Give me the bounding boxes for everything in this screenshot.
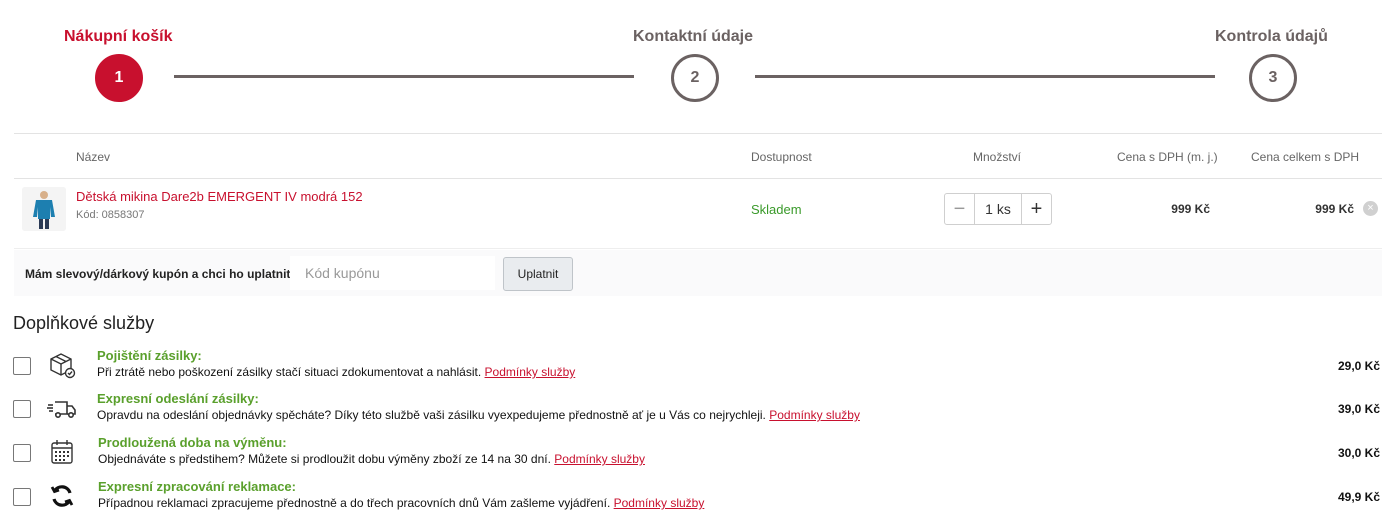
product-image [22,187,66,231]
quantity-stepper: − 1 ks + [944,193,1052,225]
availability-status: Skladem [751,202,802,217]
service-row-express-complaint: Expresní zpracování reklamace: Případnou… [0,474,1389,516]
service-title: Expresní zpracování reklamace: [98,479,296,494]
service-checkbox[interactable] [13,488,31,506]
header-unit-price: Cena s DPH (m. j.) [1117,150,1218,164]
step-label-contact: Kontaktní údaje [633,28,754,45]
service-terms-link[interactable]: Podmínky služby [769,408,860,422]
truck-fast-icon [46,392,78,424]
total-price: 999 Kč [1315,202,1354,216]
service-title: Expresní odeslání zásilky: [97,391,259,406]
header-total-price: Cena celkem s DPH [1251,150,1360,164]
header-name: Název [76,150,111,164]
product-thumbnail[interactable] [22,187,66,231]
calendar-icon [46,436,78,468]
service-title: Prodloužená doba na výměnu: [98,435,287,450]
service-terms-link[interactable]: Podmínky služby [614,496,705,510]
checkout-stepper: Nákupní košík Kontaktní údaje Kontrola ú… [0,0,1389,120]
step-label-review: Kontrola údajů [1215,28,1328,45]
quantity-decrease-button[interactable]: − [945,194,975,224]
service-row-insurance: Pojištění zásilky: Při ztrátě nebo poško… [0,343,1389,385]
unit-price: 999 Kč [1171,202,1210,216]
service-description: Případnou reklamaci zpracujeme přednostn… [98,496,704,510]
cart-table: Název Dostupnost Množství Cena s DPH (m.… [14,133,1382,249]
header-availability: Dostupnost [751,150,812,164]
refresh-icon [46,480,78,512]
service-description-text: Objednáváte s předstihem? Můžete si prod… [98,452,551,466]
product-code: Kód: 0858307 [76,209,145,221]
service-terms-link[interactable]: Podmínky služby [554,452,645,466]
step-label-cart[interactable]: Nákupní košík [64,28,172,46]
service-terms-link[interactable]: Podmínky služby [485,365,576,379]
step-circle-1[interactable]: 1 [95,54,143,102]
cart-item-row: Dětská mikina Dare2b EMERGENT IV modrá 1… [14,179,1382,249]
service-checkbox[interactable] [13,357,31,375]
header-quantity: Množství [973,150,1022,164]
coupon-input[interactable] [290,256,495,290]
coupon-section: Mám slevový/dárkový kupón a chci ho upla… [14,250,1382,296]
service-price: 29,0 Kč [1337,359,1380,373]
service-price: 49,9 Kč [1337,490,1380,504]
service-row-express-shipping: Expresní odeslání zásilky: Opravdu na od… [0,386,1389,428]
quantity-value[interactable]: 1 ks [975,194,1021,224]
step-number: 1 [114,69,124,86]
cart-header-row: Název Dostupnost Množství Cena s DPH (m.… [14,133,1382,179]
service-checkbox[interactable] [13,400,31,418]
step-circle-3: 3 [1249,54,1297,102]
stepper-line-2 [755,75,1215,78]
coupon-label: Mám slevový/dárkový kupón a chci ho upla… [25,267,295,281]
service-description: Opravdu na odeslání objednávky spěcháte?… [97,408,860,422]
quantity-increase-button[interactable]: + [1021,194,1051,224]
service-checkbox[interactable] [13,444,31,462]
product-name-link[interactable]: Dětská mikina Dare2b EMERGENT IV modrá 1… [76,189,363,204]
service-title: Pojištění zásilky: [97,348,202,363]
step-number: 3 [1268,69,1278,86]
service-description-text: Opravdu na odeslání objednávky spěcháte?… [97,408,766,422]
service-description: Při ztrátě nebo poškození zásilky stačí … [97,365,575,379]
service-price: 30,0 Kč [1337,446,1380,460]
remove-item-icon[interactable]: × [1363,201,1378,216]
service-description-text: Při ztrátě nebo poškození zásilky stačí … [97,365,482,379]
service-description: Objednáváte s předstihem? Můžete si prod… [98,452,645,466]
stepper-line-1 [174,75,634,78]
apply-coupon-button[interactable]: Uplatnit [503,257,573,291]
service-row-extended-exchange: Prodloužená doba na výměnu: Objednáváte … [0,430,1389,472]
step-number: 2 [690,69,700,86]
service-price: 39,0 Kč [1337,402,1380,416]
service-description-text: Případnou reklamaci zpracujeme přednostn… [98,496,611,510]
package-shield-icon [46,349,78,381]
services-title: Doplňkové služby [13,313,155,333]
step-circle-2: 2 [671,54,719,102]
